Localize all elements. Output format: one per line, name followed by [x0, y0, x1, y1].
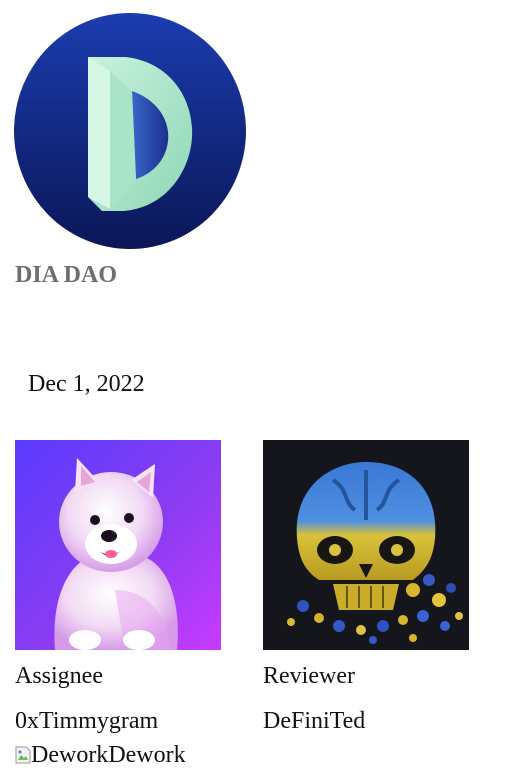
reviewer-card[interactable]: Reviewer DeFiniTed	[263, 440, 473, 734]
assignee-handle[interactable]: 0xTimmygram	[15, 708, 158, 735]
white-dog-avatar[interactable]	[15, 440, 221, 650]
broken-image-icon	[15, 746, 31, 764]
dework-brand-link[interactable]: Dework Dework	[15, 742, 186, 768]
dework-brand-text[interactable]: Dework	[108, 742, 185, 769]
dework-brand-alt: Dework	[31, 742, 109, 768]
organization-name[interactable]: DIA DAO	[15, 262, 117, 289]
reviewer-handle[interactable]: DeFiniTed	[263, 708, 365, 735]
assignee-card[interactable]: Assignee 0xTimmygram	[15, 440, 225, 734]
organization-logo	[14, 13, 246, 249]
reviewer-role-label: Reviewer	[263, 663, 355, 689]
assignee-role-label: Assignee	[15, 663, 103, 689]
task-date: Dec 1, 2022	[28, 371, 145, 397]
blue-yellow-skull-avatar[interactable]	[263, 440, 469, 650]
